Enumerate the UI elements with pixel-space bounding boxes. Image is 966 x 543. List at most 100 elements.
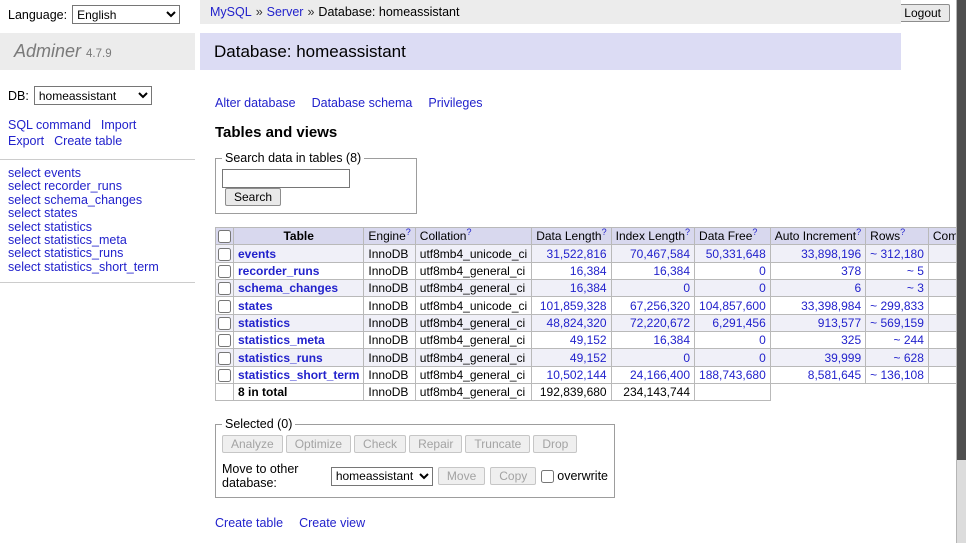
move-database-select[interactable]: homeassistant xyxy=(331,467,433,486)
help-link[interactable]: ? xyxy=(685,227,690,237)
row-checkbox[interactable] xyxy=(218,282,231,295)
data-length-link[interactable]: 16,384 xyxy=(570,264,607,278)
help-link[interactable]: ? xyxy=(602,227,607,237)
table-name-link[interactable]: statistics_short_term xyxy=(238,368,359,382)
sidebar-select-link[interactable]: select events xyxy=(8,167,195,180)
repair-button[interactable]: Repair xyxy=(409,435,462,453)
select-all-checkbox[interactable] xyxy=(218,230,231,243)
data-free-link[interactable]: 0 xyxy=(759,281,766,295)
rows-link[interactable]: ~ 299,833 xyxy=(870,299,924,313)
create-link[interactable]: Create table xyxy=(215,516,283,530)
data-length-link[interactable]: 101,859,328 xyxy=(540,299,607,313)
rows-link[interactable]: ~ 628 xyxy=(894,351,924,365)
data-length-link[interactable]: 49,152 xyxy=(570,333,607,347)
rows-link[interactable]: ~ 312,180 xyxy=(870,247,924,261)
rows-link[interactable]: ~ 5 xyxy=(907,264,924,278)
auto-increment-link[interactable]: 913,577 xyxy=(818,316,861,330)
table-name-link[interactable]: statistics xyxy=(238,316,290,330)
rows-link[interactable]: ~ 569,159 xyxy=(870,316,924,330)
create-link[interactable]: Create view xyxy=(299,516,365,530)
sidebar-select-link[interactable]: select recorder_runs xyxy=(8,180,195,193)
sidebar-select-link[interactable]: select statistics xyxy=(8,221,195,234)
row-checkbox[interactable] xyxy=(218,248,231,261)
help-link[interactable]: ? xyxy=(406,227,411,237)
check-button[interactable]: Check xyxy=(354,435,406,453)
sidebar-action-link[interactable]: Create table xyxy=(54,134,122,148)
drop-button[interactable]: Drop xyxy=(533,435,577,453)
index-length-link[interactable]: 24,166,400 xyxy=(630,368,690,382)
app-title-link[interactable]: Adminer xyxy=(14,41,81,61)
index-length-link[interactable]: 0 xyxy=(683,281,690,295)
row-checkbox[interactable] xyxy=(218,265,231,278)
move-button[interactable]: Move xyxy=(438,467,485,485)
sidebar-select-link[interactable]: select states xyxy=(8,207,195,220)
row-checkbox[interactable] xyxy=(218,369,231,382)
table-name-link[interactable]: events xyxy=(238,247,276,261)
data-length-link[interactable]: 48,824,320 xyxy=(547,316,607,330)
index-length-link[interactable]: 0 xyxy=(683,351,690,365)
sidebar-action-link[interactable]: SQL command xyxy=(8,118,91,132)
table-name-link[interactable]: statistics_runs xyxy=(238,351,323,365)
data-free-link[interactable]: 188,743,680 xyxy=(699,368,766,382)
data-free-link[interactable]: 0 xyxy=(759,333,766,347)
overwrite-checkbox[interactable] xyxy=(541,470,554,483)
breadcrumb-server-link[interactable]: Server xyxy=(267,5,304,19)
auto-increment-link[interactable]: 33,898,196 xyxy=(801,247,861,261)
truncate-button[interactable]: Truncate xyxy=(465,435,530,453)
search-input[interactable] xyxy=(222,169,350,188)
database-action-link[interactable]: Privileges xyxy=(428,96,482,110)
rows-link[interactable]: ~ 244 xyxy=(894,333,924,347)
data-length-link[interactable]: 49,152 xyxy=(570,351,607,365)
row-checkbox[interactable] xyxy=(218,334,231,347)
auto-increment-link[interactable]: 39,999 xyxy=(824,351,861,365)
index-length-link[interactable]: 72,220,672 xyxy=(630,316,690,330)
database-action-link[interactable]: Alter database xyxy=(215,96,296,110)
row-checkbox[interactable] xyxy=(218,300,231,313)
auto-increment-link[interactable]: 8,581,645 xyxy=(808,368,861,382)
data-free-link[interactable]: 0 xyxy=(759,351,766,365)
optimize-button[interactable]: Optimize xyxy=(286,435,351,453)
copy-button[interactable]: Copy xyxy=(490,467,536,485)
index-length-link[interactable]: 67,256,320 xyxy=(630,299,690,313)
help-link[interactable]: ? xyxy=(752,227,757,237)
breadcrumb-mysql-link[interactable]: MySQL xyxy=(210,5,252,19)
table-name-link[interactable]: states xyxy=(238,299,273,313)
help-link[interactable]: ? xyxy=(466,227,471,237)
auto-increment-link[interactable]: 325 xyxy=(841,333,861,347)
data-free-link[interactable]: 104,857,600 xyxy=(699,299,766,313)
auto-increment-link[interactable]: 33,398,984 xyxy=(801,299,861,313)
table-name-link[interactable]: recorder_runs xyxy=(238,264,319,278)
data-length-link[interactable]: 31,522,816 xyxy=(547,247,607,261)
rows-link[interactable]: ~ 136,108 xyxy=(870,368,924,382)
logout-button[interactable]: Logout xyxy=(895,4,950,22)
row-checkbox[interactable] xyxy=(218,352,231,365)
help-link[interactable]: ? xyxy=(856,227,861,237)
rows-link[interactable]: ~ 3 xyxy=(907,281,924,295)
search-button[interactable]: Search xyxy=(225,188,281,206)
sidebar-select-link[interactable]: select statistics_runs xyxy=(8,247,195,260)
index-length-link[interactable]: 70,467,584 xyxy=(630,247,690,261)
database-action-link[interactable]: Database schema xyxy=(312,96,413,110)
data-free-link[interactable]: 0 xyxy=(759,264,766,278)
sidebar-select-link[interactable]: select schema_changes xyxy=(8,194,195,207)
table-name-link[interactable]: schema_changes xyxy=(238,281,338,295)
data-length-link[interactable]: 10,502,144 xyxy=(547,368,607,382)
analyze-button[interactable]: Analyze xyxy=(222,435,283,453)
scrollbar-thumb[interactable] xyxy=(957,0,966,460)
table-name-link[interactable]: statistics_meta xyxy=(238,333,325,347)
sidebar-action-link[interactable]: Import xyxy=(101,118,136,132)
vertical-scrollbar[interactable] xyxy=(956,0,966,543)
db-select[interactable]: homeassistant xyxy=(34,86,152,105)
row-checkbox[interactable] xyxy=(218,317,231,330)
data-length-link[interactable]: 16,384 xyxy=(570,281,607,295)
data-free-link[interactable]: 6,291,456 xyxy=(712,316,765,330)
auto-increment-link[interactable]: 378 xyxy=(841,264,861,278)
sidebar-select-link[interactable]: select statistics_short_term xyxy=(8,261,195,274)
sidebar-select-link[interactable]: select statistics_meta xyxy=(8,234,195,247)
index-length-link[interactable]: 16,384 xyxy=(653,333,690,347)
help-link[interactable]: ? xyxy=(900,227,905,237)
data-free-link[interactable]: 50,331,648 xyxy=(706,247,766,261)
index-length-link[interactable]: 16,384 xyxy=(653,264,690,278)
auto-increment-link[interactable]: 6 xyxy=(854,281,861,295)
sidebar-action-link[interactable]: Export xyxy=(8,134,44,148)
